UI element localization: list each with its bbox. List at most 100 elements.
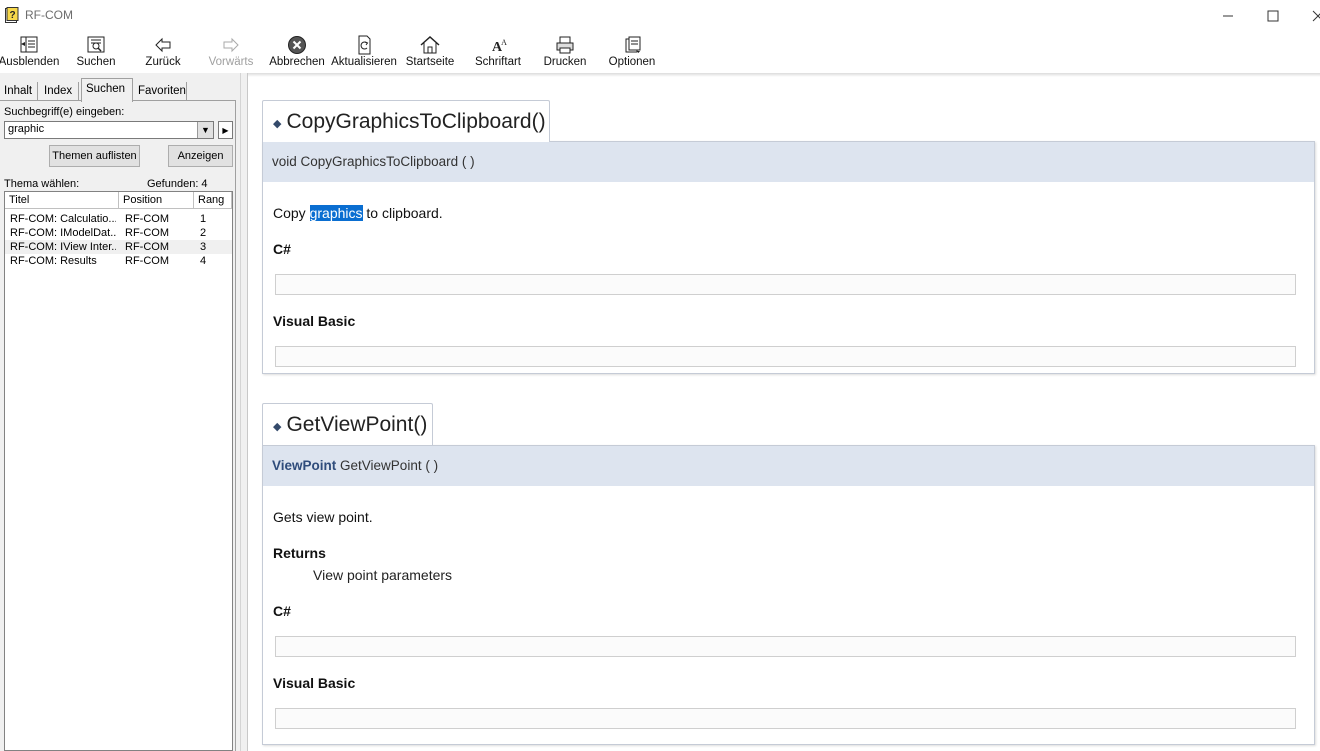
window-title: RF-COM (25, 8, 73, 22)
back-label: Zurück (145, 56, 180, 68)
vb-heading: Visual Basic (273, 313, 355, 329)
description-text: to clipboard. (363, 205, 443, 221)
minimize-icon (1222, 10, 1234, 22)
search-highlight: graphics (310, 205, 363, 221)
back-button[interactable]: Zurück (140, 31, 186, 71)
csharp-code-box (275, 274, 1296, 295)
print-label: Drucken (544, 56, 587, 68)
help-book-icon: ? (5, 7, 19, 23)
search-label: Suchen (76, 56, 115, 68)
print-button[interactable]: Drucken (542, 31, 588, 71)
result-title: RF-COM: IView Inter... (10, 241, 116, 253)
minimize-button[interactable] (1205, 0, 1251, 31)
close-icon (1312, 10, 1320, 22)
tab-contents[interactable]: Inhalt (0, 82, 38, 101)
hide-pane-icon (18, 34, 40, 56)
csharp-code-box (275, 636, 1296, 657)
returns-text: View point parameters (313, 567, 452, 583)
font-button[interactable]: AA Schriftart (474, 31, 522, 71)
play-arrow-icon: ▶ (222, 126, 228, 135)
found-count: Gefunden: 4 (147, 178, 208, 190)
result-position: RF-COM (125, 213, 169, 225)
member-description: Gets view point. (273, 509, 373, 525)
search-button[interactable]: Suchen (73, 31, 119, 71)
search-options-button[interactable]: ▶ (218, 121, 233, 139)
results-list[interactable]: Titel Position Rang RF-COM: Calculatio..… (4, 191, 233, 751)
csharp-heading: C# (273, 241, 291, 257)
toolbar: Ausblenden Suchen Zurück Vorwärts Abbrec… (0, 31, 1320, 73)
member-signature: void CopyGraphicsToClipboard ( ) (263, 142, 1314, 182)
font-label: Schriftart (475, 56, 521, 68)
list-topics-button[interactable]: Themen auflisten (49, 145, 140, 167)
back-arrow-icon (152, 34, 174, 56)
options-button[interactable]: Optionen (608, 31, 656, 71)
display-button[interactable]: Anzeigen (168, 145, 233, 167)
diamond-bullet-icon: ◆ (273, 420, 281, 433)
result-title: RF-COM: Calculatio... (10, 213, 116, 225)
tab-search[interactable]: Suchen (81, 78, 133, 102)
maximize-button[interactable] (1250, 0, 1296, 31)
close-button[interactable] (1295, 0, 1320, 31)
result-rank: 4 (200, 255, 206, 267)
result-row-selected[interactable]: RF-COM: IView Inter... RF-COM 3 (5, 240, 232, 254)
tab-favorites[interactable]: Favoriten (134, 82, 187, 101)
member-name: GetViewPoint() (286, 413, 427, 437)
member-description: Copy graphics to clipboard. (273, 205, 443, 221)
home-label: Startseite (406, 56, 455, 68)
member-box: ViewPoint GetViewPoint ( ) Gets view poi… (262, 445, 1315, 745)
column-position[interactable]: Position (119, 192, 194, 208)
diamond-bullet-icon: ◆ (273, 117, 281, 130)
column-title[interactable]: Titel (5, 192, 119, 208)
stop-label: Abbrechen (269, 56, 325, 68)
home-icon (419, 34, 441, 56)
result-position: RF-COM (125, 255, 169, 267)
tab-index[interactable]: Index (40, 82, 79, 101)
result-title: RF-COM: IModelDat... (10, 227, 116, 239)
forward-button[interactable]: Vorwärts (206, 31, 256, 71)
title-bar: ? RF-COM (0, 0, 1320, 31)
hide-label: Ausblenden (0, 56, 59, 68)
member-box: void CopyGraphicsToClipboard ( ) Copy gr… (262, 141, 1315, 374)
vb-code-box (275, 708, 1296, 729)
font-icon: AA (487, 34, 509, 56)
result-position: RF-COM (125, 227, 169, 239)
member-signature: ViewPoint GetViewPoint ( ) (263, 446, 1314, 486)
signature-type-link[interactable]: ViewPoint (272, 458, 336, 473)
result-position: RF-COM (125, 241, 169, 253)
search-icon (85, 34, 107, 56)
results-header: Titel Position Rang (5, 192, 232, 209)
stop-button[interactable]: Abbrechen (269, 31, 325, 71)
vb-code-box (275, 346, 1296, 367)
home-button[interactable]: Startseite (406, 31, 454, 71)
svg-text:A: A (501, 38, 507, 47)
column-rank[interactable]: Rang (194, 192, 232, 208)
result-rank: 1 (200, 213, 206, 225)
refresh-label: Aktualisieren (331, 56, 397, 68)
search-input[interactable]: graphic (4, 121, 214, 139)
refresh-icon (353, 34, 375, 56)
returns-heading: Returns (273, 545, 326, 561)
refresh-button[interactable]: Aktualisieren (332, 31, 396, 71)
maximize-icon (1267, 10, 1279, 22)
content-top-border (248, 73, 1320, 77)
result-row[interactable]: RF-COM: IModelDat... RF-COM 2 (5, 226, 232, 240)
pane-splitter[interactable] (240, 73, 248, 751)
print-icon (554, 34, 576, 56)
result-rank: 2 (200, 227, 206, 239)
choose-topic-label: Thema wählen: (4, 178, 79, 190)
stop-icon (286, 34, 308, 56)
signature-type: void (272, 154, 297, 169)
description-text: Copy (273, 205, 310, 221)
search-history-dropdown[interactable]: ▼ (197, 122, 213, 138)
signature-text: GetViewPoint ( ) (340, 458, 438, 473)
forward-label: Vorwärts (209, 56, 254, 68)
member-heading: ◆ GetViewPoint() (262, 403, 433, 445)
options-label: Optionen (609, 56, 656, 68)
csharp-heading: C# (273, 603, 291, 619)
result-row[interactable]: RF-COM: Calculatio... RF-COM 1 (5, 212, 232, 226)
member-name: CopyGraphicsToClipboard() (286, 110, 545, 134)
result-row[interactable]: RF-COM: Results RF-COM 4 (5, 254, 232, 268)
hide-button[interactable]: Ausblenden (0, 31, 58, 71)
result-rank: 3 (200, 241, 206, 253)
result-title: RF-COM: Results (10, 255, 116, 267)
